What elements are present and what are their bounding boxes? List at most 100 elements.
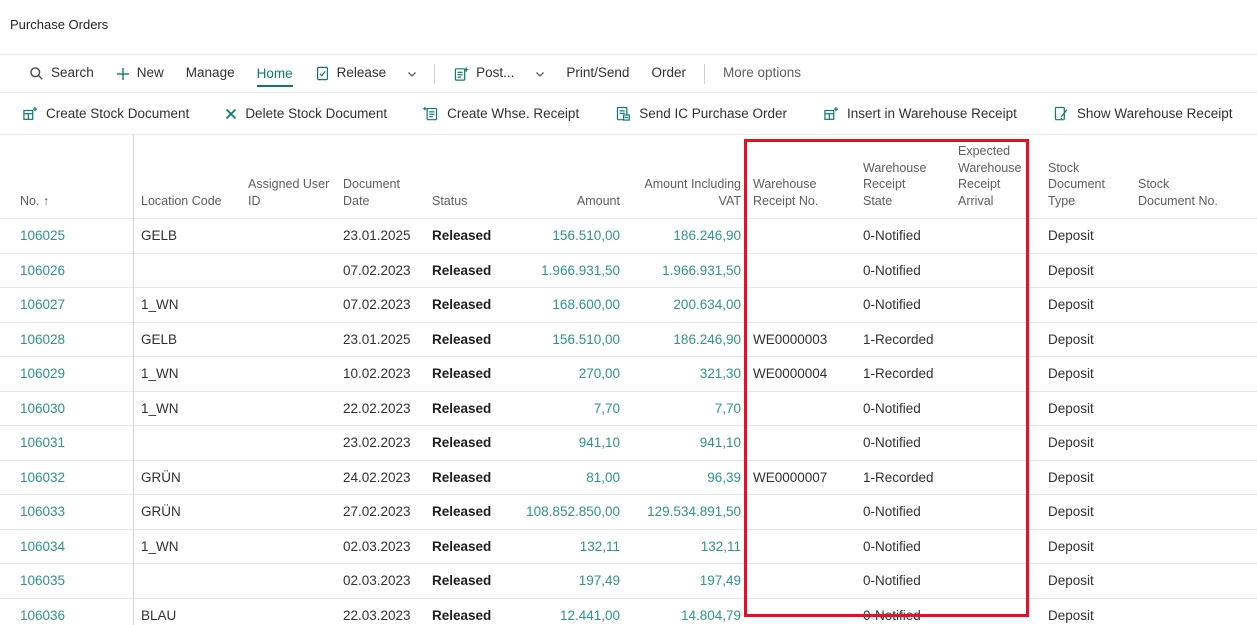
cell-no[interactable]: 106035	[0, 573, 133, 588]
create-whse-receipt-button[interactable]: Create Whse. Receipt	[423, 106, 579, 121]
cell-amount_including_vat[interactable]: 197,49	[624, 573, 745, 588]
table-row[interactable]: 10602607.02.2023Released1.966.931,501.96…	[0, 253, 1257, 288]
cell-location_code: 1_WN	[133, 401, 240, 416]
manage-menu[interactable]: Manage	[175, 55, 246, 92]
cell-no[interactable]: 106025	[0, 228, 133, 243]
create-stock-document-button[interactable]: Create Stock Document	[22, 106, 189, 121]
cell-amount_including_vat[interactable]: 96,39	[624, 470, 745, 485]
cell-amount_including_vat[interactable]: 7,70	[624, 401, 745, 416]
cell-amount[interactable]: 12.441,00	[497, 608, 624, 623]
table-row[interactable]: 1060341_WN02.03.2023Released132,11132,11…	[0, 529, 1257, 564]
column-header-assigned_user_id[interactable]: Assigned User ID	[240, 176, 335, 209]
table-header: No. ↑Location CodeAssigned User IDDocume…	[0, 135, 1257, 218]
table-row[interactable]: 106028GELB23.01.2025Released156.510,0018…	[0, 322, 1257, 357]
table-row[interactable]: 10603123.02.2023Released941,10941,100-No…	[0, 425, 1257, 460]
cell-stock_document_type: Deposit	[1040, 435, 1130, 450]
new-label: New	[137, 65, 164, 82]
cell-no[interactable]: 106036	[0, 608, 133, 623]
column-header-stock_document_no[interactable]: Stock Document No.	[1130, 176, 1257, 209]
cell-warehouse_receipt_state: 0-Notified	[855, 228, 950, 243]
print-send-menu[interactable]: Print/Send	[555, 55, 640, 92]
cell-amount[interactable]: 7,70	[497, 401, 624, 416]
cell-amount_including_vat[interactable]: 14.804,79	[624, 608, 745, 623]
cell-amount[interactable]: 197,49	[497, 573, 624, 588]
cell-amount_including_vat[interactable]: 186.246,90	[624, 332, 745, 347]
cell-no[interactable]: 106030	[0, 401, 133, 416]
cell-no[interactable]: 106027	[0, 297, 133, 312]
cell-location_code: 1_WN	[133, 297, 240, 312]
column-header-amount_including_vat[interactable]: Amount Including VAT	[624, 176, 745, 209]
cell-stock_document_type: Deposit	[1040, 263, 1130, 278]
cell-amount[interactable]: 81,00	[497, 470, 624, 485]
release-button[interactable]: Release	[304, 55, 398, 92]
cell-amount_including_vat[interactable]: 941,10	[624, 435, 745, 450]
cell-no[interactable]: 106029	[0, 366, 133, 381]
cell-no[interactable]: 106032	[0, 470, 133, 485]
table-row[interactable]: 1060301_WN22.02.2023Released7,707,700-No…	[0, 391, 1257, 426]
cell-no[interactable]: 106028	[0, 332, 133, 347]
cell-amount[interactable]: 941,10	[497, 435, 624, 450]
cell-amount[interactable]: 108.852.850,00	[497, 504, 624, 519]
cell-no[interactable]: 106026	[0, 263, 133, 278]
search-label: Search	[51, 65, 94, 82]
cell-amount[interactable]: 1.966.931,50	[497, 263, 624, 278]
column-header-expected_warehouse_receipt_arrival[interactable]: Expected Warehouse Receipt Arrival	[950, 143, 1040, 209]
table-row[interactable]: 1060271_WN 07.02.2023Released168.600,0020…	[0, 287, 1257, 322]
search-button[interactable]: Search	[18, 55, 105, 92]
cell-document_date: 10.02.2023	[335, 366, 424, 381]
table-row[interactable]: 106032GRÜN24.02.2023Released81,0096,39WE…	[0, 460, 1257, 495]
cell-amount_including_vat[interactable]: 1.966.931,50	[624, 263, 745, 278]
cell-amount[interactable]: 156.510,00	[497, 228, 624, 243]
cell-no[interactable]: 106034	[0, 539, 133, 554]
cell-no[interactable]: 106033	[0, 504, 133, 519]
cell-amount[interactable]: 132,11	[497, 539, 624, 554]
delete-stock-document-button[interactable]: Delete Stock Document	[225, 106, 387, 121]
table-row[interactable]: 106025GELB23.01.2025Released156.510,0018…	[0, 218, 1257, 253]
create-whse-receipt-label: Create Whse. Receipt	[447, 106, 579, 121]
post-dropdown-chevron-icon[interactable]	[525, 55, 555, 92]
manage-label: Manage	[186, 65, 235, 82]
column-header-amount[interactable]: Amount	[497, 193, 624, 210]
insert-in-warehouse-receipt-button[interactable]: Insert in Warehouse Receipt	[823, 106, 1017, 121]
release-dropdown-chevron-icon[interactable]	[397, 55, 427, 92]
cell-no[interactable]: 106031	[0, 435, 133, 450]
order-menu[interactable]: Order	[640, 55, 697, 92]
cell-amount_including_vat[interactable]: 132,11	[624, 539, 745, 554]
post-button[interactable]: Post...	[442, 55, 525, 92]
table-row[interactable]: 10603502.03.2023Released197,49197,490-No…	[0, 563, 1257, 598]
cell-amount[interactable]: 156.510,00	[497, 332, 624, 347]
cell-document_date: 07.02.2023	[335, 297, 424, 312]
table-row[interactable]: 106036BLAU22.03.2023Released12.441,0014.…	[0, 598, 1257, 625]
column-header-location_code[interactable]: Location Code	[133, 193, 240, 210]
cell-status: Released	[424, 435, 497, 450]
cell-status: Released	[424, 470, 497, 485]
cell-warehouse_receipt_state: 0-Notified	[855, 263, 950, 278]
cell-amount_including_vat[interactable]: 186.246,90	[624, 228, 745, 243]
cell-document_date: 07.02.2023	[335, 263, 424, 278]
column-header-status[interactable]: Status	[424, 193, 497, 210]
action-bar: Search New Manage Home Release	[0, 54, 1257, 93]
cell-location_code: GRÜN	[133, 470, 240, 485]
home-tab[interactable]: Home	[246, 55, 304, 92]
cell-amount[interactable]: 270,00	[497, 366, 624, 381]
cell-amount[interactable]: 168.600,00	[497, 297, 624, 312]
column-header-warehouse_receipt_state[interactable]: Warehouse Receipt State	[855, 160, 950, 210]
table-row[interactable]: 106033GRÜN27.02.2023Released108.852.850,…	[0, 494, 1257, 529]
table-row[interactable]: 1060291_WN10.02.2023Released270,00321,30…	[0, 356, 1257, 391]
send-ic-purchase-order-label: Send IC Purchase Order	[639, 106, 787, 121]
column-header-stock_document_type[interactable]: Stock Document Type	[1040, 160, 1130, 210]
cell-amount_including_vat[interactable]: 200.634,00	[624, 297, 745, 312]
show-warehouse-receipt-label: Show Warehouse Receipt	[1077, 106, 1233, 121]
more-options-button[interactable]: More options	[712, 55, 812, 92]
send-ic-purchase-order-button[interactable]: Send IC Purchase Order	[615, 106, 787, 121]
column-header-no[interactable]: No. ↑	[0, 193, 133, 210]
cell-status: Released	[424, 297, 497, 312]
column-header-warehouse_receipt_no[interactable]: Warehouse Receipt No.	[745, 176, 855, 209]
cell-location_code: GELB	[133, 228, 240, 243]
cell-warehouse_receipt_state: 0-Notified	[855, 504, 950, 519]
show-warehouse-receipt-button[interactable]: Show Warehouse Receipt	[1053, 106, 1233, 121]
new-button[interactable]: New	[105, 55, 175, 92]
cell-amount_including_vat[interactable]: 321,30	[624, 366, 745, 381]
cell-amount_including_vat[interactable]: 129.534.891,50	[624, 504, 745, 519]
column-header-document_date[interactable]: Document Date	[335, 176, 424, 209]
